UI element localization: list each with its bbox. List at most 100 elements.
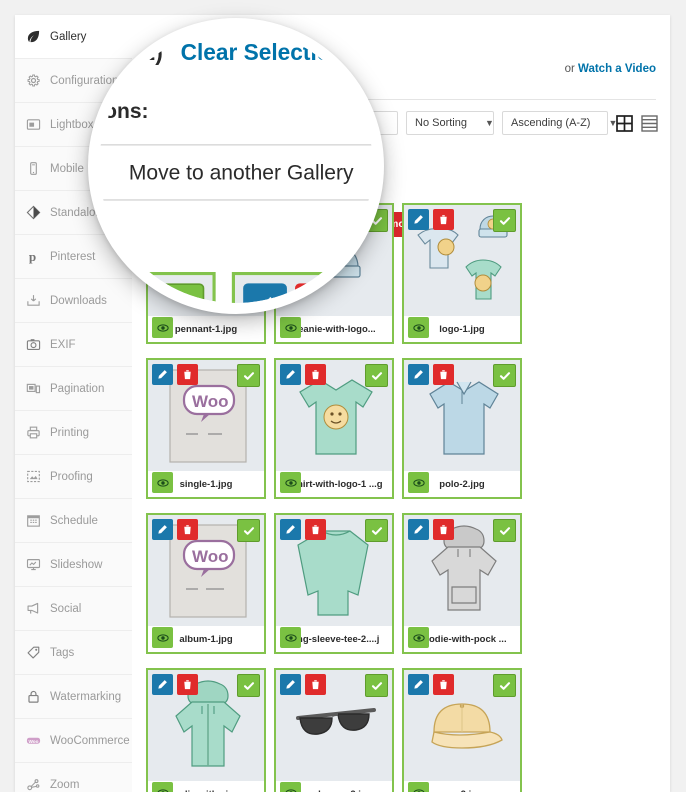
trash-icon[interactable] <box>305 519 326 540</box>
clear-selection-link[interactable]: Clear Selection <box>258 157 348 171</box>
gallery-item-album[interactable]: Woo album-1.jpg <box>146 513 266 654</box>
check-icon[interactable] <box>365 674 388 697</box>
pencil-icon[interactable] <box>280 519 301 540</box>
check-icon[interactable] <box>493 674 516 697</box>
pencil-icon[interactable] <box>152 519 173 540</box>
eye-icon[interactable] <box>408 472 429 493</box>
check-icon[interactable] <box>237 364 260 387</box>
sidebar-item-zoom[interactable]: Zoom <box>15 763 132 792</box>
gallery-item-logo[interactable]: logo-1.jpg <box>402 203 522 344</box>
eye-icon[interactable] <box>408 627 429 648</box>
sidebar-item-label: Pagination <box>50 382 105 395</box>
trash-icon[interactable] <box>305 209 326 230</box>
sidebar-item-downloads[interactable]: Downloads <box>15 279 132 323</box>
filter-input[interactable] <box>312 111 398 135</box>
sort-direction-value: Ascending (A-Z) <box>511 117 591 129</box>
check-icon[interactable] <box>237 209 260 232</box>
eye-icon[interactable] <box>152 627 173 648</box>
pencil-icon[interactable] <box>408 674 429 695</box>
trash-icon[interactable] <box>177 674 198 695</box>
list-view-icon[interactable] <box>641 114 658 132</box>
top-divider <box>132 99 656 100</box>
slideshow-icon <box>26 557 41 572</box>
trash-icon[interactable] <box>433 364 454 385</box>
pencil-icon[interactable] <box>152 674 173 695</box>
check-icon[interactable] <box>365 519 388 542</box>
chevron-down-icon: ▼ <box>608 118 618 128</box>
grid-view-icon[interactable] <box>616 114 633 132</box>
trash-icon[interactable] <box>177 519 198 540</box>
gallery-item-hoodie-with-zipper[interactable]: hoodie-with-zipp... <box>146 668 266 792</box>
trash-icon[interactable] <box>433 209 454 230</box>
check-icon[interactable] <box>237 674 260 697</box>
pagination-icon <box>26 381 41 396</box>
eye-icon[interactable] <box>408 317 429 338</box>
tag-icon <box>26 645 41 660</box>
check-icon[interactable] <box>493 364 516 387</box>
sidebar-item-label: Pinterest <box>50 250 96 263</box>
eye-icon[interactable] <box>408 782 429 792</box>
gallery-item-tshirt[interactable]: t-shirt-with-logo-1 ...g <box>274 358 394 499</box>
check-icon[interactable] <box>365 209 388 232</box>
sidebar-item-proofing[interactable]: Proofing <box>15 455 132 499</box>
trash-icon[interactable] <box>305 674 326 695</box>
sort-field-select[interactable]: No Sorting ▼ <box>406 111 494 135</box>
sidebar-item-exif[interactable]: EXIF <box>15 323 132 367</box>
gallery-item-polo[interactable]: polo-2.jpg <box>402 358 522 499</box>
gallery-item-hoodie-with-pocket[interactable]: hoodie-with-pock ... <box>402 513 522 654</box>
pencil-icon[interactable] <box>152 209 173 230</box>
select-all-checkbox[interactable] <box>146 155 163 172</box>
sidebar-item-printing[interactable]: Printing <box>15 411 132 455</box>
eye-icon[interactable] <box>152 782 173 792</box>
sidebar-item-lightbox[interactable]: Lightbox <box>15 103 132 147</box>
gallery-item-beanie[interactable]: beanie-with-logo... <box>274 203 394 344</box>
sidebar-item-pagination[interactable]: Pagination <box>15 367 132 411</box>
calendar-icon <box>26 513 41 528</box>
trash-icon[interactable] <box>177 209 198 230</box>
sidebar-item-social[interactable]: Social <box>15 587 132 631</box>
eye-icon[interactable] <box>152 472 173 493</box>
pencil-icon[interactable] <box>280 364 301 385</box>
pencil-icon[interactable] <box>280 209 301 230</box>
pencil-icon[interactable] <box>408 209 429 230</box>
sidebar-item-schedule[interactable]: Schedule <box>15 499 132 543</box>
trash-icon[interactable] <box>433 519 454 540</box>
gallery-toolbar: No Sorting ▼ Ascending (A-Z) ▼ <box>132 111 658 137</box>
eye-icon[interactable] <box>280 317 301 338</box>
sidebar-item-mobile[interactable]: Mobile <box>15 147 132 191</box>
trash-icon[interactable] <box>305 364 326 385</box>
sidebar-item-label: Gallery <box>50 30 87 43</box>
pencil-icon[interactable] <box>280 674 301 695</box>
sidebar-item-label: Watermarking <box>50 690 122 703</box>
watch-a-video-link[interactable]: Watch a Video <box>578 63 656 75</box>
gallery-item-single[interactable]: Woo single-1.jpg <box>146 358 266 499</box>
sidebar-item-gallery[interactable]: Gallery <box>15 15 132 59</box>
selected-count-label: Selected (22) <box>172 156 250 171</box>
pencil-icon[interactable] <box>408 519 429 540</box>
eye-icon[interactable] <box>280 782 301 792</box>
eye-icon[interactable] <box>280 627 301 648</box>
pencil-icon[interactable] <box>152 364 173 385</box>
sidebar-item-standalone[interactable]: Standalone <box>15 191 132 235</box>
sidebar-item-pinterest[interactable]: p Pinterest <box>15 235 132 279</box>
sidebar-item-tags[interactable]: Tags <box>15 631 132 675</box>
check-icon[interactable] <box>493 209 516 232</box>
sidebar-item-woocommerce[interactable]: Woo WooCommerce <box>15 719 132 763</box>
gallery-item-long-sleeve-tee[interactable]: long-sleeve-tee-2....j <box>274 513 394 654</box>
check-icon[interactable] <box>493 519 516 542</box>
trash-icon[interactable] <box>177 364 198 385</box>
sidebar-item-watermarking[interactable]: Watermarking <box>15 675 132 719</box>
sidebar-item-slideshow[interactable]: Slideshow <box>15 543 132 587</box>
pencil-icon[interactable] <box>408 364 429 385</box>
eye-icon[interactable] <box>280 472 301 493</box>
check-icon[interactable] <box>365 364 388 387</box>
sort-direction-select[interactable]: Ascending (A-Z) ▼ <box>502 111 617 135</box>
gallery-item-cap[interactable]: cap-2.jpg <box>402 668 522 792</box>
eye-icon[interactable] <box>152 317 173 338</box>
sidebar-item-configuration[interactable]: Configuration <box>15 59 132 103</box>
leaf-icon <box>26 29 41 44</box>
check-icon[interactable] <box>237 519 260 542</box>
gallery-item-pennant[interactable]: WORDPRESS pennant-1.jpg <box>146 203 266 344</box>
trash-icon[interactable] <box>433 674 454 695</box>
gallery-item-sunglasses[interactable]: sunglasses-2.jpg <box>274 668 394 792</box>
